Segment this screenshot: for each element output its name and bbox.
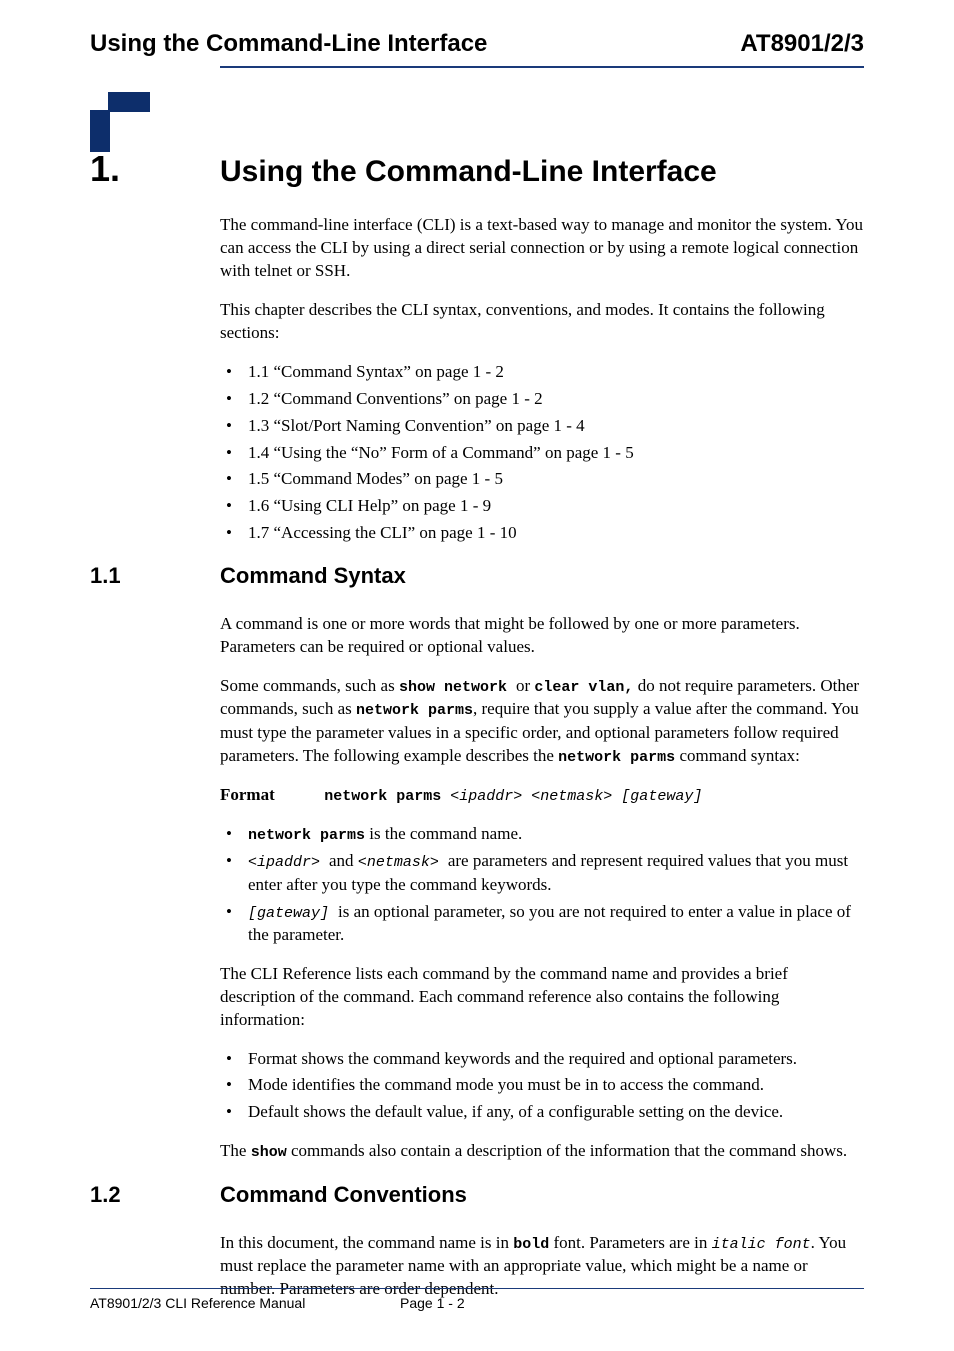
footer-divider <box>90 1288 864 1289</box>
list-item: Default shows the default value, if any,… <box>220 1101 864 1124</box>
section-1-1-heading: 1.1 Command Syntax <box>90 563 864 589</box>
inline-arg: [gateway] <box>248 905 338 922</box>
format-label: Format <box>220 784 320 807</box>
s11-paragraph-4: The show commands also contain a descrip… <box>220 1140 864 1163</box>
chapter-toc-list: 1.1 “Command Syntax” on page 1 - 2 1.2 “… <box>220 361 864 546</box>
list-item: <ipaddr> and <netmask> are parameters an… <box>220 850 864 896</box>
section-1-1-body: A command is one or more words that migh… <box>220 613 864 1163</box>
toc-item: 1.6 “Using CLI Help” on page 1 - 9 <box>220 495 864 518</box>
header-divider <box>220 66 864 68</box>
toc-item: 1.2 “Command Conventions” on page 1 - 2 <box>220 388 864 411</box>
inline-command: show <box>251 1144 287 1161</box>
page-footer: AT8901/2/3 CLI Reference Manual Page 1 -… <box>90 1288 864 1311</box>
format-args: <ipaddr> <netmask> [gateway] <box>450 788 702 805</box>
header-title-right: AT8901/2/3 <box>740 30 864 58</box>
chapter-title: Using the Command-Line Interface <box>220 155 717 189</box>
inline-command: clear vlan, <box>534 679 633 696</box>
inline-command: network parms <box>248 827 365 844</box>
list-item: Format shows the command keywords and th… <box>220 1048 864 1071</box>
section-number: 1.1 <box>90 563 220 589</box>
inline-italic-sample: italic font <box>712 1236 811 1253</box>
format-syntax-row: Format network parms <ipaddr> <netmask> … <box>220 784 864 807</box>
inline-command: show network <box>399 679 516 696</box>
section-title: Command Syntax <box>220 563 406 589</box>
format-command: network parms <box>324 788 450 805</box>
toc-item: 1.7 “Accessing the CLI” on page 1 - 10 <box>220 522 864 545</box>
intro-paragraph-1: The command-line interface (CLI) is a te… <box>220 214 864 283</box>
chapter-intro: The command-line interface (CLI) is a te… <box>220 214 864 545</box>
section-number: 1.2 <box>90 1182 220 1208</box>
inline-arg: <ipaddr> <box>248 854 329 871</box>
inline-arg: <netmask> <box>358 854 448 871</box>
inline-bold-sample: bold <box>513 1236 549 1253</box>
s11-paragraph-3: The CLI Reference lists each command by … <box>220 963 864 1032</box>
list-item: Mode identifies the command mode you mus… <box>220 1074 864 1097</box>
header-title-left: Using the Command-Line Interface <box>90 30 487 58</box>
footer-manual-name: AT8901/2/3 CLI Reference Manual <box>90 1295 400 1311</box>
list-item: network parms is the command name. <box>220 823 864 846</box>
inline-command: network parms <box>558 749 675 766</box>
chapter-heading: 1. Using the Command-Line Interface <box>90 148 864 190</box>
footer-page-number: Page 1 - 2 <box>400 1295 465 1311</box>
page-header: Using the Command-Line Interface AT8901/… <box>90 30 864 58</box>
toc-item: 1.1 “Command Syntax” on page 1 - 2 <box>220 361 864 384</box>
list-item: [gateway] is an optional parameter, so y… <box>220 901 864 947</box>
section-1-2-heading: 1.2 Command Conventions <box>90 1182 864 1208</box>
intro-paragraph-2: This chapter describes the CLI syntax, c… <box>220 299 864 345</box>
toc-item: 1.3 “Slot/Port Naming Convention” on pag… <box>220 415 864 438</box>
toc-item: 1.5 “Command Modes” on page 1 - 5 <box>220 468 864 491</box>
toc-item: 1.4 “Using the “No” Form of a Command” o… <box>220 442 864 465</box>
syntax-explain-list: network parms is the command name. <ipad… <box>220 823 864 947</box>
reference-info-list: Format shows the command keywords and th… <box>220 1048 864 1125</box>
inline-command: network parms <box>356 702 473 719</box>
chapter-number: 1. <box>90 148 220 190</box>
section-title: Command Conventions <box>220 1182 467 1208</box>
s11-paragraph-1: A command is one or more words that migh… <box>220 613 864 659</box>
s11-paragraph-2: Some commands, such as show network or c… <box>220 675 864 768</box>
page: Using the Command-Line Interface AT8901/… <box>0 0 954 1351</box>
